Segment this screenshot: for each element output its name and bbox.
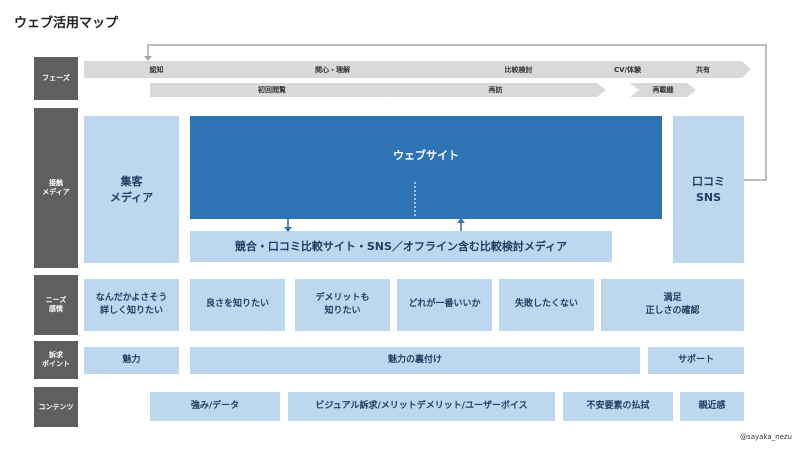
appeal-item-2: 魅力の裏付け (190, 347, 640, 374)
needs-item-2: 良さを知りたい (190, 279, 285, 331)
contents-item-2: ビジュアル訴求/メリットデメリット/ユーザーボイス (288, 392, 555, 421)
double-arrow-icon (284, 182, 465, 232)
needs-item-1: なんだかよさそう 詳しく知りたい (84, 279, 179, 331)
needs-item-5: 失敗したくない (499, 279, 594, 331)
appeal-item-1: 魅力 (84, 347, 179, 374)
needs-item-3: デメリットも 知りたい (295, 279, 390, 331)
contents-item-3: 不安要素の払拭 (563, 392, 673, 421)
contents-item-1: 強み/データ (150, 392, 280, 421)
needs-item-6: 満足 正しさの確認 (601, 279, 744, 331)
needs-item-4: どれが一番いいか (397, 279, 492, 331)
credit-text: @sayaka_nezu (740, 433, 792, 441)
appeal-item-3: サポート (648, 347, 744, 374)
contents-item-4: 親近感 (680, 392, 744, 421)
